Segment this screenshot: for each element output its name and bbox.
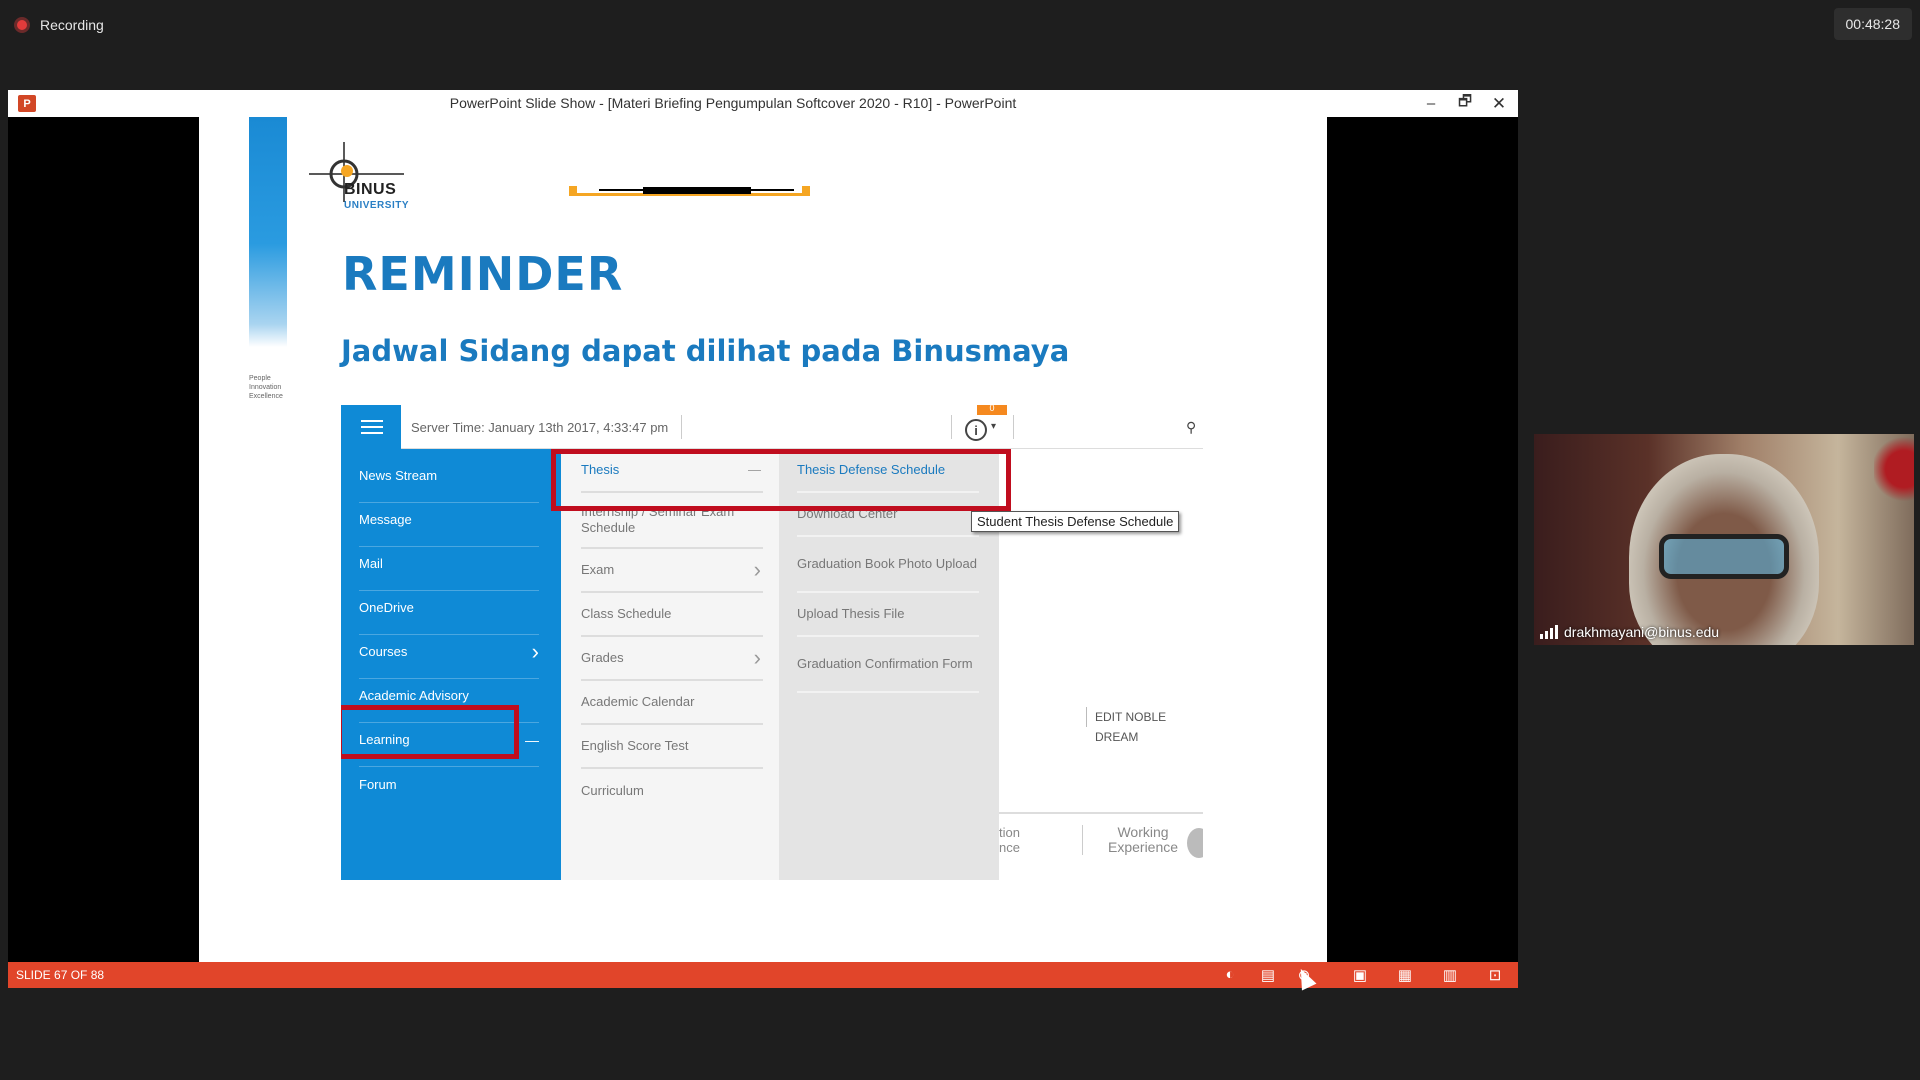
submenu-thesis: Thesis Defense Schedule Download Center …: [779, 449, 999, 880]
notification-badge: 0: [977, 405, 1007, 415]
chevron-right-icon: ›: [753, 645, 761, 670]
minimize-button[interactable]: –: [1414, 90, 1448, 117]
minus-icon: —: [525, 731, 539, 748]
meeting-timer: 00:48:28: [1833, 8, 1912, 40]
submenu-item: Graduation Confirmation Form: [797, 637, 979, 693]
decorative-stripe: [249, 117, 287, 347]
submenu-item-label: Graduation Book Photo Upload: [797, 556, 977, 571]
slideshow-icon[interactable]: ⊡: [1485, 966, 1505, 984]
submenu-item: Exam ›: [581, 549, 763, 593]
slideshow-statusbar: SLIDE 67 OF 88 ◐ ▤ ⊘ ▣ ▦ ▥ ⊡: [8, 962, 1518, 988]
submenu-item-label: Academic Calendar: [581, 694, 695, 709]
menu-item-label: Forum: [359, 776, 397, 792]
submenu-item-label: Grades: [581, 650, 624, 665]
submenu-item-label: Class Schedule: [581, 606, 672, 621]
header-divider: [951, 415, 952, 439]
participant-glasses: [1659, 534, 1789, 579]
menu-item-label: Mail: [359, 556, 383, 571]
search-icon: ⚲: [1186, 419, 1197, 435]
reading-view-icon[interactable]: ▥: [1440, 966, 1460, 984]
slide-title: REMINDER: [342, 247, 624, 301]
slide-sorter-icon[interactable]: ▦: [1395, 966, 1415, 984]
submenu-item: Academic Calendar: [581, 681, 763, 725]
tagline-line: Excellence: [249, 393, 283, 400]
hamburger-menu-icon: [341, 405, 401, 449]
server-time: Server Time: January 13th 2017, 4:33:47 …: [411, 420, 669, 435]
menu-item-label: Courses: [359, 644, 408, 659]
submenu-item: Grades ›: [581, 637, 763, 681]
chevron-right-icon: ›: [753, 557, 761, 582]
window-titlebar: P PowerPoint Slide Show - [Materi Briefi…: [8, 90, 1518, 117]
highlight-box-learning: [341, 705, 519, 759]
submenu-item-label: Upload Thesis File: [797, 606, 905, 621]
slide: People Innovation Excellence BINUS UNIVE…: [199, 117, 1327, 962]
menu-item-label: News Stream: [359, 468, 438, 483]
record-icon: [14, 17, 30, 33]
menu-item-label: OneDrive: [359, 600, 414, 615]
slide-counter: SLIDE 67 OF 88: [16, 968, 105, 982]
submenu-item: Upload Thesis File: [797, 593, 979, 637]
highlight-box-thesis: [551, 449, 1011, 511]
menu-item-label: Academic Advisory: [359, 688, 469, 703]
notes-icon[interactable]: ▤: [1258, 966, 1278, 984]
menu-item: Forum: [359, 757, 539, 811]
decorative-bar: [569, 186, 810, 196]
bottom-tab: Working Experience: [1082, 825, 1178, 855]
normal-view-icon[interactable]: ▣: [1350, 966, 1370, 984]
tagline-line: People: [249, 375, 271, 382]
restore-button[interactable]: 🗗: [1448, 90, 1482, 117]
bottom-tab: tion nce: [999, 825, 1020, 855]
participant-name: drakhmayani@binus.edu: [1564, 624, 1720, 640]
slide-tagline: People Innovation Excellence: [249, 374, 299, 401]
recording-indicator: Recording: [14, 14, 104, 36]
header-divider: [1013, 415, 1014, 439]
submenu-item-label: Exam: [581, 562, 615, 577]
submenu-item: Class Schedule: [581, 593, 763, 637]
submenu-item: English Score Test: [581, 725, 763, 769]
participant-label: drakhmayani@binus.edu: [1540, 624, 1719, 640]
info-icon: i: [965, 419, 987, 441]
webcam-video-tile[interactable]: drakhmayani@binus.edu: [1534, 434, 1914, 645]
main-menu: News Stream Message Mail OneDrive Course…: [341, 449, 561, 880]
submenu-item: Graduation Book Photo Upload: [797, 537, 979, 593]
logo-name: BINUS: [344, 181, 397, 198]
logo-subtitle: UNIVERSITY: [344, 200, 410, 211]
menu-item-label: Message: [359, 512, 412, 527]
signal-strength-icon: [1540, 625, 1558, 639]
submenu-item-label: English Score Test: [581, 738, 689, 753]
submenu-item-label: Graduation Confirmation Form: [797, 656, 973, 671]
window-title: PowerPoint Slide Show - [Materi Briefing…: [449, 95, 1017, 111]
tooltip: Student Thesis Defense Schedule: [971, 511, 1180, 532]
pointer-options-icon[interactable]: ◐: [1220, 966, 1240, 983]
edit-noble-dream-link: EDIT NOBLE DREAM: [1086, 707, 1203, 744]
chevron-right-icon: ›: [531, 638, 539, 664]
recording-label: Recording: [40, 17, 104, 33]
submenu-item-label: Curriculum: [581, 783, 644, 798]
close-button[interactable]: ✕: [1482, 90, 1516, 117]
slide-subtitle: Jadwal Sidang dapat dilihat pada Binusma…: [341, 334, 1070, 368]
tagline-line: Innovation: [249, 384, 282, 391]
background-flower: [1874, 434, 1914, 504]
submenu-learning: Thesis — Internship / Seminar Exam Schedu…: [561, 449, 779, 880]
header-divider: [681, 415, 682, 439]
binusmaya-screenshot: Server Time: January 13th 2017, 4:33:47 …: [341, 405, 1203, 880]
submenu-item: Curriculum: [581, 769, 763, 813]
caret-down-icon: ▾: [991, 421, 997, 432]
